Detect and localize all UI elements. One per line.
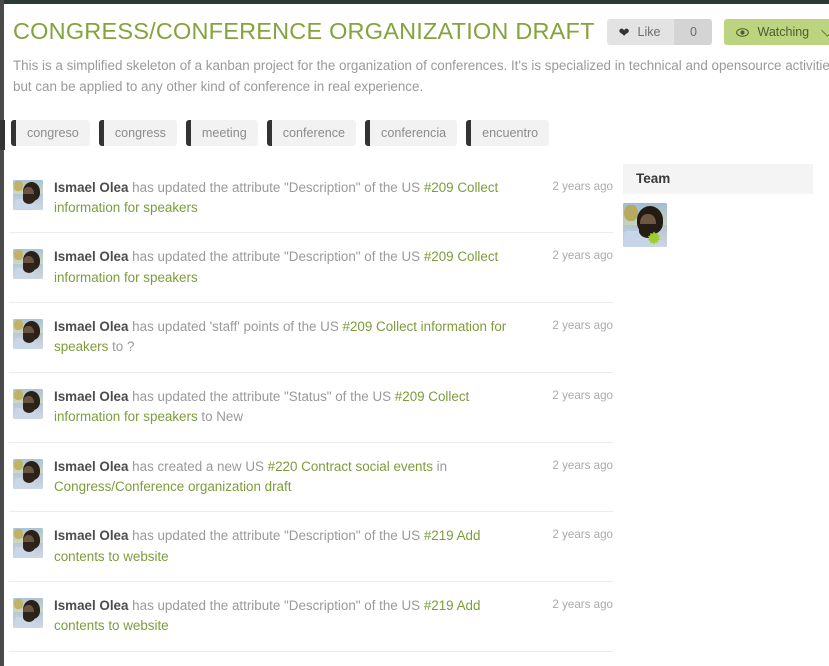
like-button-main[interactable]: ❤ Like	[606, 19, 675, 45]
activity-user[interactable]: Ismael Olea	[54, 180, 128, 195]
tag-conference[interactable]: conference	[266, 119, 357, 146]
activity-text: Ismael Olea has updated 'staff' points o…	[54, 317, 525, 358]
activity-user[interactable]: Ismael Olea	[54, 389, 128, 404]
heart-icon: ❤	[618, 24, 630, 40]
like-count: 0	[674, 19, 713, 45]
activity-project-link[interactable]: Congress/Conference organization draft	[54, 479, 291, 494]
activity-text: Ismael Olea has updated the attribute "D…	[54, 526, 525, 567]
activity-user[interactable]: Ismael Olea	[54, 598, 128, 613]
like-button-label: Like	[637, 25, 661, 39]
owner-star-icon	[647, 230, 661, 245]
avatar[interactable]	[13, 528, 43, 559]
activity-text: Ismael Olea has updated the attribute "S…	[54, 387, 525, 428]
tag-label: conferencia	[370, 119, 458, 146]
like-button[interactable]: ❤ Like 0	[606, 19, 713, 45]
activity-action: has updated the attribute "Description" …	[128, 598, 424, 614]
activity-user[interactable]: Ismael Olea	[54, 528, 128, 543]
activity-timestamp: 2 years ago	[552, 179, 613, 193]
project-description: This is a simplified skeleton of a kanba…	[13, 58, 829, 94]
sidebar: Team	[623, 163, 813, 666]
avatar[interactable]	[13, 598, 43, 629]
activity-action: has updated the attribute "Description" …	[128, 528, 424, 544]
table-row: Ismael Olea has updated the attribute "D…	[9, 164, 613, 234]
table-row: Ismael Olea has updated 'staff' points o…	[9, 303, 613, 373]
tag-label: meeting	[190, 119, 258, 146]
activity-user[interactable]: Ismael Olea	[54, 319, 128, 334]
activity-suffix: in	[432, 458, 448, 474]
tag-list: congreso congress meeting conference con…	[11, 119, 829, 146]
project-header: Congress/Conference organization draft ❤…	[5, 4, 829, 48]
activity-timestamp: 2 years ago	[552, 528, 613, 542]
tag-label: congress	[103, 119, 177, 146]
avatar[interactable]	[13, 319, 43, 350]
activity-action: has updated the attribute "Description" …	[128, 179, 424, 195]
activity-text: Ismael Olea has created a new US #220 Co…	[54, 457, 525, 498]
page-root: Congress/Conference organization draft ❤…	[0, 0, 829, 666]
tag-meeting[interactable]: meeting	[185, 119, 258, 146]
activity-text: Ismael Olea has updated the attribute "D…	[54, 596, 525, 637]
avatar[interactable]	[13, 249, 43, 280]
activity-timestamp: 2 years ago	[552, 249, 613, 263]
tag-encuentro[interactable]: encuentro	[466, 119, 550, 146]
eye-icon	[736, 26, 750, 39]
activity-user[interactable]: Ismael Olea	[54, 459, 128, 474]
watch-button-label: Watching	[757, 25, 810, 39]
activity-link[interactable]: #220 Contract social events	[268, 459, 433, 474]
window-left-chrome	[0, 0, 4, 666]
activity-suffix: to New	[197, 409, 244, 425]
chevron-down-icon[interactable]	[821, 23, 829, 37]
table-row: Ismael Olea has updated the attribute "D…	[9, 233, 613, 304]
activity-text: Ismael Olea has updated the attribute "D…	[54, 178, 525, 219]
activity-suffix: to ?	[108, 339, 135, 355]
activity-action: has updated the attribute "Status" of th…	[128, 388, 395, 404]
watch-button-main[interactable]: Watching	[724, 19, 829, 45]
activity-action: has updated the attribute "Description" …	[128, 249, 424, 265]
watch-button[interactable]: Watching 16	[724, 19, 829, 45]
activity-action: has updated 'staff' points of the US	[128, 319, 343, 335]
activity-action: has created a new US	[128, 458, 268, 474]
activity-timestamp: 2 years ago	[552, 598, 613, 612]
avatar[interactable]	[13, 458, 43, 489]
tag-label: congreso	[16, 119, 90, 146]
activity-timestamp: 2 years ago	[552, 388, 613, 402]
activity-timestamp: 2 years ago	[552, 458, 613, 472]
tag-congress[interactable]: congress	[98, 119, 177, 146]
activity-user[interactable]: Ismael Olea	[54, 249, 128, 264]
team-panel-title: Team	[623, 163, 813, 194]
table-row: Ismael Olea has updated the attribute "D…	[9, 512, 613, 583]
tag-conferencia[interactable]: conferencia	[365, 119, 458, 146]
activity-timeline: Ismael Olea has updated the attribute "D…	[9, 164, 613, 666]
page-title: Congress/Conference organization draft	[13, 18, 595, 45]
avatar[interactable]	[623, 202, 667, 247]
table-row: Ismael Olea has created a new US #220 Co…	[9, 443, 613, 513]
activity-text: Ismael Olea has updated the attribute "D…	[54, 247, 525, 288]
tag-congreso[interactable]: congreso	[11, 119, 90, 146]
main-area: Ismael Olea has updated the attribute "D…	[5, 163, 829, 666]
table-row: Ismael Olea has updated the attribute "D…	[9, 652, 613, 666]
team-member-list	[623, 194, 813, 247]
tag-label: conference	[271, 119, 357, 146]
page-content: Congress/Conference organization draft ❤…	[5, 4, 829, 666]
avatar[interactable]	[13, 388, 43, 419]
tag-label: encuentro	[471, 119, 550, 146]
avatar[interactable]	[13, 179, 43, 210]
activity-timestamp: 2 years ago	[552, 319, 613, 333]
table-row: Ismael Olea has updated the attribute "D…	[9, 582, 613, 652]
table-row: Ismael Olea has updated the attribute "S…	[9, 373, 613, 443]
